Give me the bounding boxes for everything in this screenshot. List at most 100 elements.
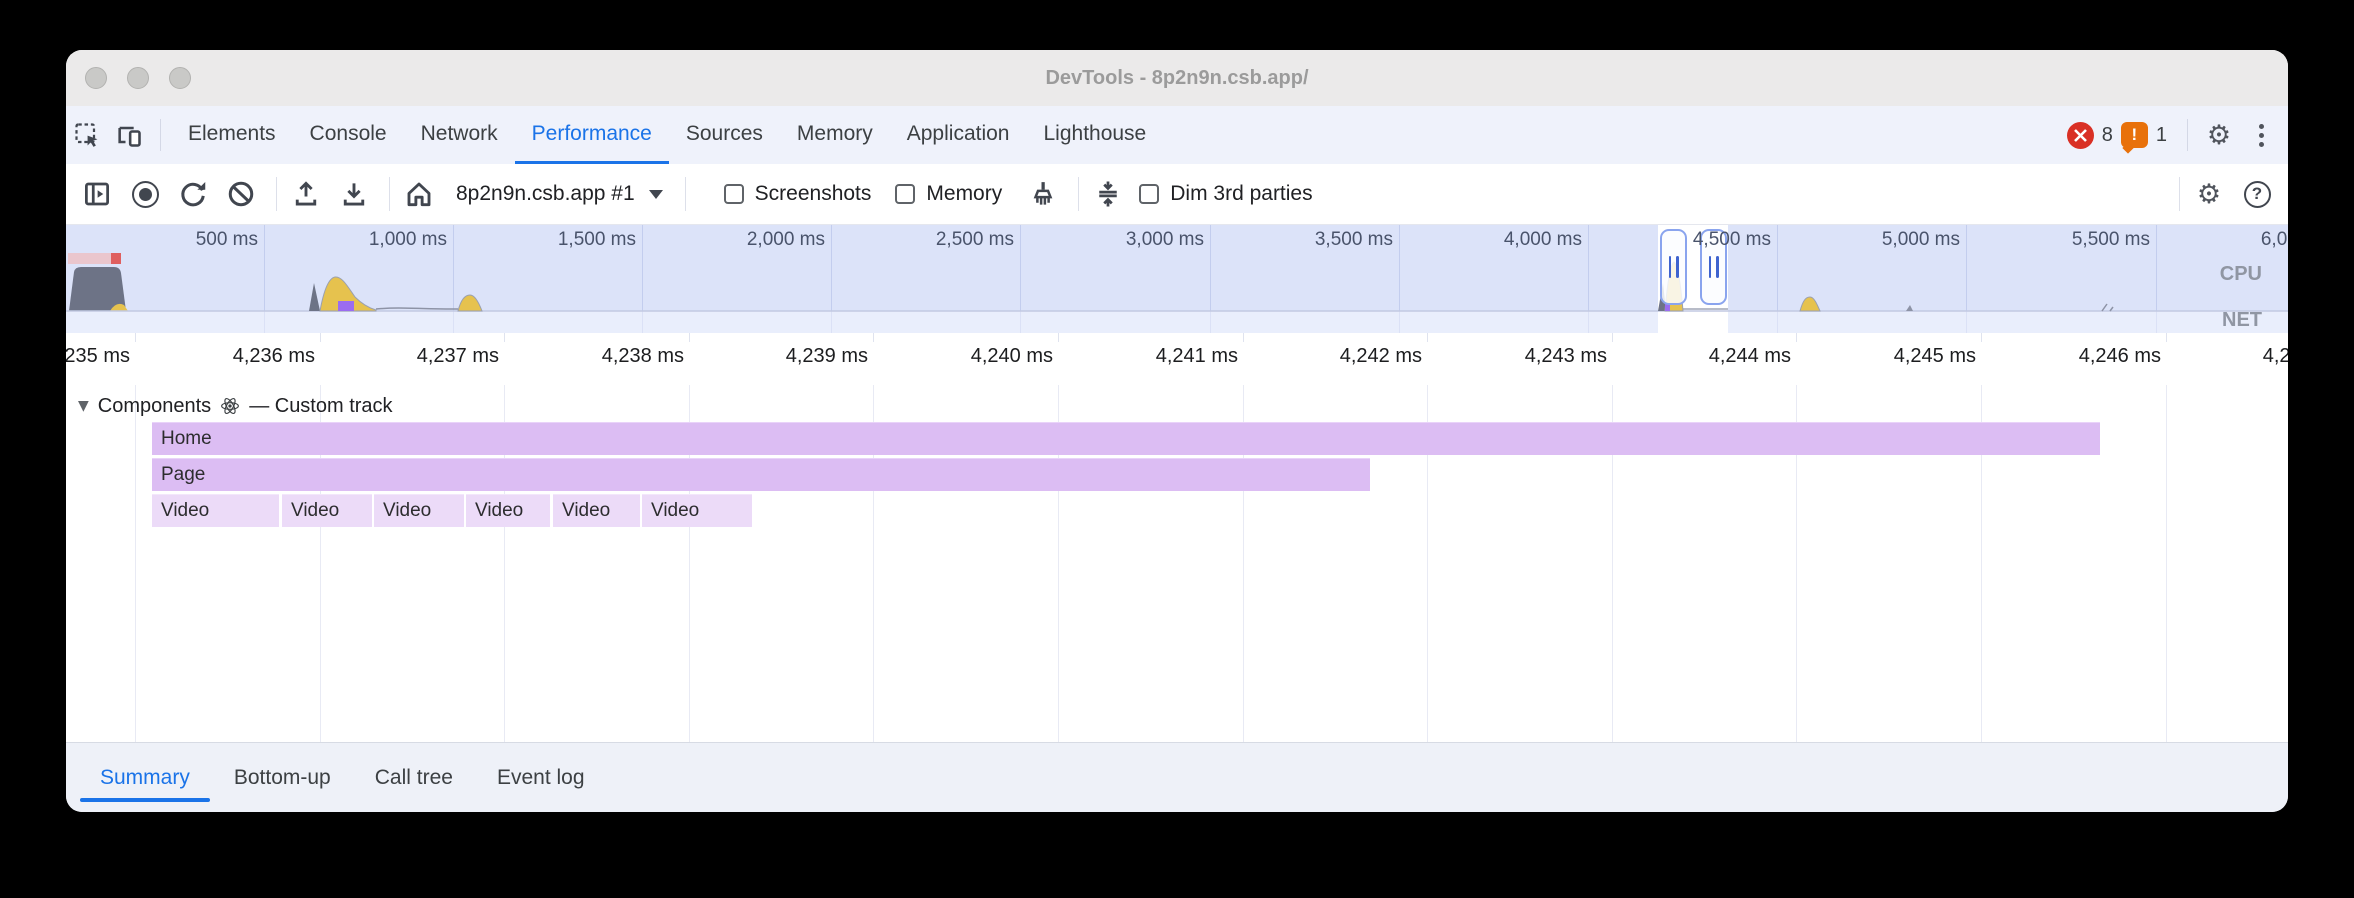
error-count[interactable]: 8 — [2102, 124, 2113, 147]
track-bar-label: Video — [374, 500, 431, 522]
ruler-tick-label: 4,236 ms — [195, 345, 315, 368]
title-bar[interactable]: DevTools - 8p2n9n.csb.app/ — [66, 50, 2288, 107]
ruler-tick-label: 4,241 ms — [1118, 345, 1238, 368]
tab-elements[interactable]: Elements — [171, 106, 293, 164]
ruler-tick-label: 4,243 ms — [1487, 345, 1607, 368]
minimap-tick-label: 1,000 ms — [297, 229, 447, 251]
window-title: DevTools - 8p2n9n.csb.app/ — [66, 50, 2288, 106]
ruler-tick-label: 4,242 ms — [1302, 345, 1422, 368]
minimap-tick-label: 5,500 ms — [2000, 229, 2150, 251]
tab-sources[interactable]: Sources — [669, 106, 780, 164]
divider — [685, 177, 686, 211]
ruler-tick-label: 4,246 ms — [2041, 345, 2161, 368]
divider — [389, 177, 390, 211]
ruler-tick-label: 4,237 ms — [379, 345, 499, 368]
track-bar-label: Page — [152, 464, 205, 486]
ruler-tick — [689, 333, 690, 342]
collect-garbage-brush-icon[interactable] — [1026, 177, 1060, 211]
collapse-timeline-icon[interactable] — [1091, 177, 1125, 211]
chevron-down-icon[interactable] — [649, 190, 663, 199]
track-bar-label: Video — [642, 500, 699, 522]
reload-and-record-icon[interactable] — [176, 177, 210, 211]
ruler-tick — [873, 333, 874, 342]
track-bar[interactable]: Video — [374, 494, 464, 527]
track-bar[interactable]: Page — [152, 458, 1370, 491]
tab-lighthouse[interactable]: Lighthouse — [1026, 106, 1163, 164]
track-bar[interactable]: Video — [466, 494, 550, 527]
divider — [276, 177, 277, 211]
minimap-tick-label: 6,000 ms — [2189, 229, 2288, 251]
track-row: Home — [66, 422, 2288, 455]
track-title: Components — [98, 395, 211, 418]
devtools-window: DevTools - 8p2n9n.csb.app/ Elements Cons… — [66, 50, 2288, 812]
clear-recording-icon[interactable] — [224, 177, 258, 211]
record-icon[interactable] — [128, 177, 162, 211]
collapse-triangle-icon[interactable]: ▼ — [78, 398, 89, 414]
track-row: VideoVideoVideoVideoVideoVideo — [66, 494, 2288, 527]
track-bar-label: Home — [152, 428, 212, 450]
track-bar-label: Video — [282, 500, 339, 522]
track-bar-label: Video — [553, 500, 610, 522]
dim-3rd-parties-checkbox[interactable]: Dim 3rd parties — [1139, 182, 1312, 206]
history-dropdown[interactable]: 8p2n9n.csb.app #1 — [456, 182, 635, 206]
ruler-tick — [320, 333, 321, 342]
track-bar[interactable]: Home — [152, 422, 2100, 455]
track-bar-label: Video — [152, 500, 209, 522]
minimap-tick-label: 1,500 ms — [486, 229, 636, 251]
toggle-sidebar-icon[interactable] — [80, 177, 114, 211]
minimap-tick-label: 2,000 ms — [675, 229, 825, 251]
track-header[interactable]: ▼ Components — Custom track — [78, 391, 393, 421]
inspect-element-icon[interactable] — [70, 118, 104, 152]
divider — [160, 119, 161, 151]
track-bar[interactable]: Video — [282, 494, 372, 527]
track-bar[interactable]: Video — [152, 494, 279, 527]
minimap-tick-label: 4,500 ms — [1621, 229, 1771, 251]
cpu-lane-label: CPU — [2102, 263, 2262, 286]
ruler-tick — [1243, 333, 1244, 342]
ruler-tick — [135, 333, 136, 342]
minimap-tick-label: 5,000 ms — [1810, 229, 1960, 251]
tab-event-log[interactable]: Event log — [475, 743, 607, 812]
ruler-tick — [504, 333, 505, 342]
track-bar[interactable]: Video — [642, 494, 752, 527]
tab-summary[interactable]: Summary — [78, 743, 212, 812]
net-lane-label: NET — [2102, 309, 2262, 332]
toggle-device-toolbar-icon[interactable] — [112, 118, 146, 152]
minimap-tick-label: 3,500 ms — [1243, 229, 1393, 251]
track-bar[interactable]: Video — [553, 494, 640, 527]
more-options-kebab-icon[interactable] — [2244, 118, 2278, 152]
capture-settings-gear-icon[interactable]: ⚙ — [2192, 177, 2226, 211]
tab-application[interactable]: Application — [890, 106, 1027, 164]
checkbox-box[interactable] — [724, 184, 744, 204]
tab-console[interactable]: Console — [293, 106, 404, 164]
tab-call-tree[interactable]: Call tree — [353, 743, 475, 812]
minimap-tick-label: 2,500 ms — [864, 229, 1014, 251]
timeline-ruler[interactable]: 4,235 ms4,236 ms4,237 ms4,238 ms4,239 ms… — [66, 333, 2288, 386]
checkbox-box[interactable] — [895, 184, 915, 204]
tab-performance[interactable]: Performance — [515, 106, 669, 164]
tab-bottom-up[interactable]: Bottom-up — [212, 743, 353, 812]
ruler-tick — [1981, 333, 1982, 342]
tab-network[interactable]: Network — [404, 106, 515, 164]
ruler-tick-label: 4,235 ms — [66, 345, 130, 368]
ruler-tick — [1058, 333, 1059, 342]
upload-profile-icon[interactable] — [289, 177, 323, 211]
help-icon[interactable]: ? — [2240, 177, 2274, 211]
performance-toolbar: 8p2n9n.csb.app #1 Screenshots Memory — [66, 164, 2288, 225]
ruler-tick — [1796, 333, 1797, 342]
ruler-tick-label: 4,245 ms — [1856, 345, 1976, 368]
ruler-tick — [1427, 333, 1428, 342]
home-icon[interactable] — [402, 177, 436, 211]
timeline-minimap[interactable]: 500 ms1,000 ms1,500 ms2,000 ms2,500 ms3,… — [66, 225, 2288, 333]
settings-gear-icon[interactable]: ⚙ — [2202, 118, 2236, 152]
react-atom-icon — [220, 396, 240, 416]
issues-icon[interactable]: ! — [2121, 122, 2148, 148]
issues-count[interactable]: 1 — [2156, 124, 2167, 147]
error-count-icon[interactable] — [2067, 122, 2094, 149]
memory-checkbox[interactable]: Memory — [895, 182, 1002, 206]
ruler-tick — [1612, 333, 1613, 342]
checkbox-box[interactable] — [1139, 184, 1159, 204]
screenshots-checkbox[interactable]: Screenshots — [724, 182, 872, 206]
tab-memory[interactable]: Memory — [780, 106, 890, 164]
download-profile-icon[interactable] — [337, 177, 371, 211]
